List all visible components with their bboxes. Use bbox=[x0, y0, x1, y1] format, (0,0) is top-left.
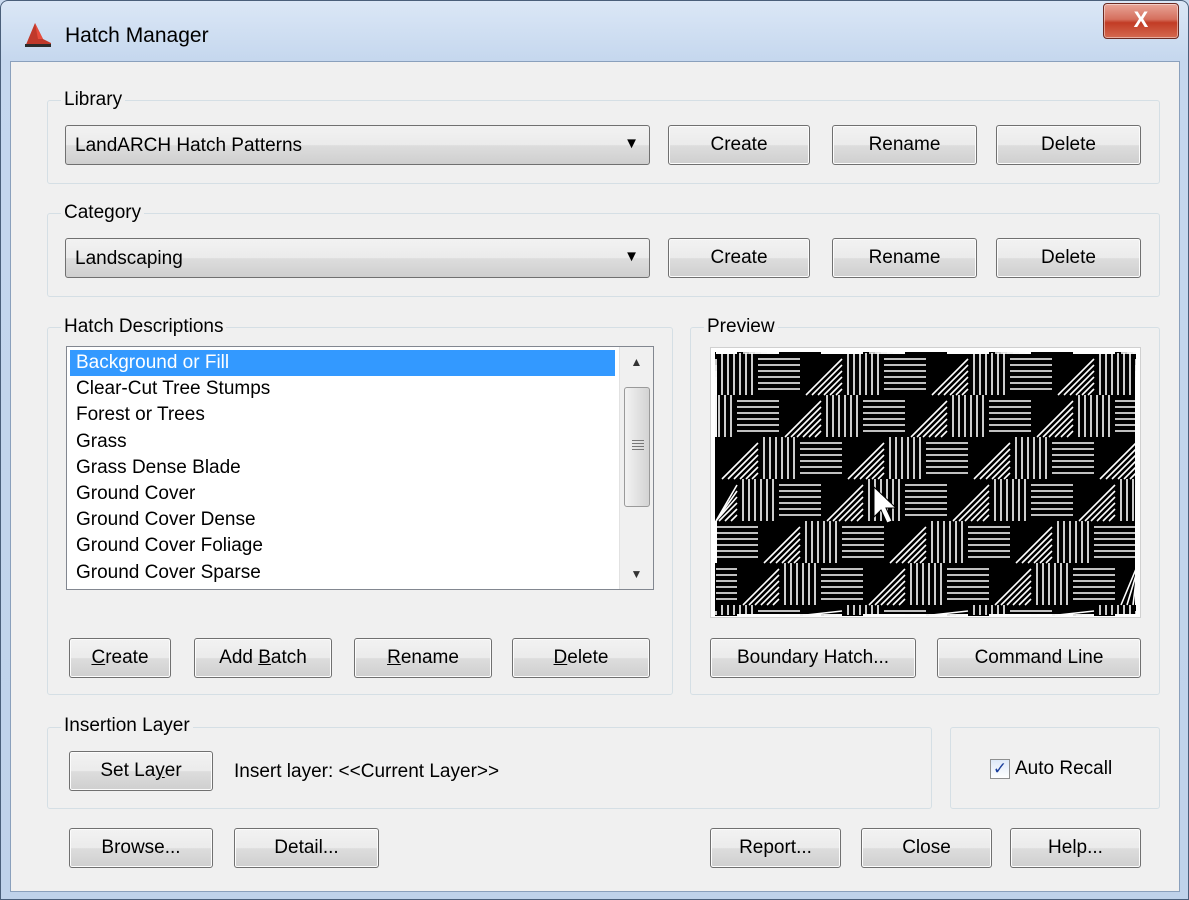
category-legend: Category bbox=[61, 202, 145, 224]
list-item[interactable]: Grass bbox=[70, 429, 615, 455]
hatch-delete-label: elete bbox=[567, 647, 609, 668]
add-batch-label-a: Add bbox=[219, 647, 259, 668]
library-legend: Library bbox=[61, 89, 126, 111]
library-delete-button[interactable]: Delete bbox=[996, 125, 1141, 165]
list-item[interactable]: Ground Cover Sparse bbox=[70, 560, 615, 586]
hatch-create-button[interactable]: Create bbox=[69, 638, 171, 678]
hatch-descriptions-list[interactable]: Background or Fill Clear-Cut Tree Stumps F… bbox=[66, 346, 654, 590]
list-item[interactable]: Ground Cover bbox=[70, 481, 615, 507]
hatch-manager-window: Hatch Manager X Library LandARCH Hatch P… bbox=[0, 0, 1189, 900]
library-create-button[interactable]: Create bbox=[668, 125, 810, 165]
list-item[interactable]: Grass Dense Blade bbox=[70, 455, 615, 481]
category-delete-button[interactable]: Delete bbox=[996, 238, 1141, 278]
scroll-up-icon[interactable]: ▲ bbox=[620, 347, 653, 377]
hatch-rename-label: ename bbox=[400, 647, 459, 668]
grip-icon bbox=[632, 440, 644, 452]
add-batch-button[interactable]: Add Batch bbox=[194, 638, 332, 678]
browse-button[interactable]: Browse... bbox=[69, 828, 213, 868]
set-layer-button[interactable]: Set Layer bbox=[69, 751, 213, 791]
hatch-list-items: Background or Fill Clear-Cut Tree Stumps F… bbox=[70, 350, 615, 586]
category-dropdown-value: Landscaping bbox=[75, 248, 183, 269]
scroll-down-icon[interactable]: ▼ bbox=[620, 559, 653, 589]
set-layer-label-b: er bbox=[164, 760, 182, 781]
scroll-thumb[interactable] bbox=[624, 387, 650, 507]
library-dropdown[interactable]: LandARCH Hatch Patterns ▼ bbox=[65, 125, 650, 165]
window-title: Hatch Manager bbox=[65, 24, 209, 47]
preview-pane bbox=[710, 347, 1141, 618]
boundary-hatch-button[interactable]: Boundary Hatch... bbox=[710, 638, 916, 678]
list-item[interactable]: Clear-Cut Tree Stumps bbox=[70, 376, 615, 402]
hatch-descriptions-legend: Hatch Descriptions bbox=[61, 316, 227, 338]
hatch-rename-mnemonic: R bbox=[387, 647, 401, 668]
hatch-delete-button[interactable]: Delete bbox=[512, 638, 650, 678]
detail-button[interactable]: Detail... bbox=[234, 828, 379, 868]
app-icon bbox=[25, 23, 51, 47]
insert-layer-text: Insert layer: <<Current Layer>> bbox=[234, 761, 500, 782]
list-item[interactable]: Ground Cover Foliage bbox=[70, 533, 615, 559]
add-batch-mnemonic: B bbox=[258, 647, 271, 668]
hatch-delete-mnemonic: D bbox=[553, 647, 568, 668]
auto-recall-checkbox[interactable]: ✓ bbox=[990, 759, 1010, 779]
report-button[interactable]: Report... bbox=[710, 828, 841, 868]
hatch-create-label: reate bbox=[105, 647, 149, 668]
close-button[interactable]: Close bbox=[861, 828, 992, 868]
set-layer-mnemonic: y bbox=[155, 760, 165, 781]
hatch-rename-button[interactable]: Rename bbox=[354, 638, 492, 678]
checkbox-check-icon: ✓ bbox=[992, 759, 1008, 778]
dropdown-arrow-icon: ▼ bbox=[624, 248, 639, 265]
hatch-preview-pattern bbox=[715, 352, 1137, 616]
add-batch-label-b: atch bbox=[270, 647, 307, 668]
close-icon[interactable]: X bbox=[1103, 3, 1179, 39]
list-item[interactable]: Forest or Trees bbox=[70, 402, 615, 428]
list-scrollbar[interactable]: ▲ ▼ bbox=[619, 347, 653, 589]
category-rename-button[interactable]: Rename bbox=[832, 238, 977, 278]
library-rename-button[interactable]: Rename bbox=[832, 125, 977, 165]
title-bar[interactable]: Hatch Manager X bbox=[1, 1, 1188, 61]
preview-legend: Preview bbox=[704, 316, 778, 338]
set-layer-label-a: Set La bbox=[100, 760, 156, 781]
insertion-layer-legend: Insertion Layer bbox=[61, 715, 193, 737]
auto-recall-label[interactable]: Auto Recall bbox=[1015, 758, 1112, 780]
list-item[interactable]: Background or Fill bbox=[70, 350, 615, 377]
hatch-create-mnemonic: C bbox=[91, 647, 106, 668]
category-create-button[interactable]: Create bbox=[668, 238, 810, 278]
command-line-button[interactable]: Command Line bbox=[937, 638, 1141, 678]
dropdown-arrow-icon: ▼ bbox=[624, 135, 639, 152]
category-dropdown[interactable]: Landscaping ▼ bbox=[65, 238, 650, 278]
help-button[interactable]: Help... bbox=[1010, 828, 1141, 868]
list-item[interactable]: Ground Cover Dense bbox=[70, 507, 615, 533]
library-dropdown-value: LandARCH Hatch Patterns bbox=[75, 135, 303, 156]
